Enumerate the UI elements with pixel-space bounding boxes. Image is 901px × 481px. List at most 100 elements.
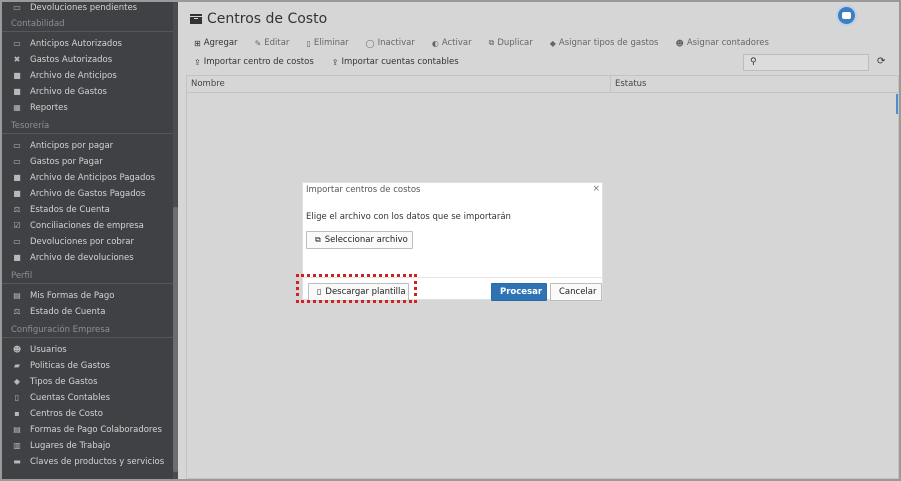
delete-button[interactable]: ▯ Eliminar [306,38,348,48]
sidebar-item-anticipos-autorizados[interactable]: ▭ Anticipos Autorizados [2,36,173,52]
file-icon: ■ [13,253,21,262]
sidebar-item-label: Archivo de devoluciones [30,253,134,263]
assign-accountants-button[interactable]: ☻ Asignar contadores [675,38,769,48]
cancel-button[interactable]: Cancelar [550,283,602,301]
sidebar-item-anticipos-por-pagar[interactable]: ▭ Anticipos por pagar [2,138,173,154]
sidebar-item-devoluciones-por-cobrar[interactable]: ▭ Devoluciones por cobrar [2,234,173,250]
sidebar-section-title: Contabilidad [2,16,173,32]
sidebar-item-label: Archivo de Gastos [30,87,107,97]
sidebar-item-usuarios[interactable]: ☻ Usuarios [2,342,173,358]
sidebar-item-label: Reportes [30,103,68,113]
sidebar-item-tipos-de-gastos[interactable]: ◆ Tipos de Gastos [2,374,173,390]
file-icon: ■ [13,87,21,96]
sidebar-item-claves-productos[interactable]: ▬ Claves de productos y servicios [2,454,173,470]
chat-icon[interactable] [836,5,857,26]
balance-icon: ⚖ [13,205,21,214]
card-icon: ▤ [13,291,21,300]
money-icon: ▭ [13,141,21,150]
file-icon: ■ [13,71,21,80]
page-title: Centros de Costo [190,11,327,27]
app-window: ▭ Devoluciones pendientes Contabilidad ▭… [0,0,901,481]
sidebar-item-label: Claves de productos y servicios [30,457,165,467]
sidebar-item-label: Anticipos Autorizados [30,39,122,49]
sidebar-section-title: Configuración Empresa [2,322,173,338]
sidebar-item-label: Estado de Cuenta [30,307,106,317]
add-button[interactable]: ⊞ Agregar [194,38,238,48]
sidebar-item-label: Gastos por Pagar [30,157,103,167]
sidebar-item-archivo-gastos[interactable]: ■ Archivo de Gastos [2,84,173,100]
sidebar-item-gastos-autorizados[interactable]: ✖ Gastos Autorizados [2,52,173,68]
book-icon: ▰ [13,361,21,370]
assign-expense-types-label: Asignar tipos de gastos [558,38,659,48]
file-icon: ■ [13,173,21,182]
check-icon: ☑ [13,221,21,230]
grid-header: Nombre Estatus [187,76,898,93]
money-icon: ▭ [13,237,21,246]
sidebar-item-gastos-por-pagar[interactable]: ▭ Gastos por Pagar [2,154,173,170]
sidebar-item-label: Archivo de Gastos Pagados [30,189,146,199]
import-accounts-button[interactable]: ⇪ Importar cuentas contables [332,57,459,67]
modal-message: Elige el archivo con los datos que se im… [306,212,511,222]
sidebar-item-cuentas-contables[interactable]: ▯ Cuentas Contables [2,390,173,406]
search-input[interactable]: ⚲ [743,54,869,71]
activate-button-label: Activar [441,38,472,48]
sidebar-item-formas-de-pago-colaboradores[interactable]: ▤ Formas de Pago Colaboradores [2,422,173,438]
book-icon: ▯ [14,393,20,402]
copy-icon: ⧉ [315,235,321,244]
duplicate-button[interactable]: ⧉ Duplicar [489,38,533,48]
import-cost-centers-button[interactable]: ⇪ Importar centro de costos [194,57,314,67]
toggle-off-icon: ◯ [365,38,375,48]
sidebar-section-title: Perfil [2,268,173,284]
select-file-button[interactable]: ⧉ Seleccionar archivo [306,231,413,249]
modal-title: Importar centros de costos [306,185,421,195]
archive-icon: ▪ [14,409,20,418]
page-title-text: Centros de Costo [207,11,328,27]
archive-icon: ▬ [13,457,21,466]
sidebar-item-archivo-anticipos-pagados[interactable]: ■ Archivo de Anticipos Pagados [2,170,173,186]
sidebar-item-archivo-gastos-pagados[interactable]: ■ Archivo de Gastos Pagados [2,186,173,202]
sidebar-item-estado-de-cuenta[interactable]: ⚖ Estado de Cuenta [2,304,173,320]
column-header-estatus[interactable]: Estatus [611,76,898,93]
import-toolbar: ⇪ Importar centro de costos ⇪ Importar cue… [194,57,477,67]
sidebar-item-mis-formas-de-pago[interactable]: ▤ Mis Formas de Pago [2,288,173,304]
import-accounts-label: Importar cuentas contables [341,57,459,67]
upload-icon: ⇪ [331,57,339,67]
duplicate-button-label: Duplicar [497,38,533,48]
tags-icon: ◆ [13,377,21,386]
close-icon[interactable]: × [592,184,600,194]
sidebar-item-estados-de-cuenta[interactable]: ⚖ Estados de Cuenta [2,202,173,218]
highlight-box [296,274,417,303]
tags-icon: ◆ [549,38,556,48]
select-file-label: Seleccionar archivo [324,235,408,245]
activate-button[interactable]: ◐ Activar [432,38,472,48]
import-cost-centers-label: Importar centro de costos [203,57,314,67]
delete-button-label: Eliminar [313,38,349,48]
edit-button-label: Editar [264,38,290,48]
sidebar-item-label: Devoluciones por cobrar [30,237,134,247]
sidebar-item-label: Devoluciones pendientes [30,3,138,13]
edit-icon: ✎ [254,38,262,48]
sidebar-item-archivo-anticipos[interactable]: ■ Archivo de Anticipos [2,68,173,84]
column-header-nombre[interactable]: Nombre [187,76,611,93]
sidebar-item-archivo-devoluciones[interactable]: ■ Archivo de devoluciones [2,250,173,266]
inactivate-button-label: Inactivar [377,38,415,48]
sidebar-item-centros-de-costo[interactable]: ▪ Centros de Costo [2,406,173,422]
edit-button[interactable]: ✎ Editar [255,38,290,48]
inactivate-button[interactable]: ◯ Inactivar [366,38,415,48]
assign-expense-types-button[interactable]: ◆ Asignar tipos de gastos [550,38,659,48]
toggle-on-icon: ◐ [431,38,439,48]
sidebar-item-label: Gastos Autorizados [30,55,113,65]
sidebar-item-lugares-de-trabajo[interactable]: ▥ Lugares de Trabajo [2,438,173,454]
sidebar-item-devoluciones-pendientes[interactable]: ▭ Devoluciones pendientes [2,2,173,16]
refresh-icon[interactable]: ⟳ [877,56,885,67]
process-button[interactable]: Procesar [491,283,547,301]
assign-accountants-label: Asignar contadores [686,38,769,48]
sidebar-item-label: Archivo de Anticipos [30,71,117,81]
add-button-label: Agregar [203,38,238,48]
sidebar-item-label: Cuentas Contables [30,393,111,403]
sidebar-item-politicas-de-gastos[interactable]: ▰ Politicas de Gastos [2,358,173,374]
sidebar-item-label: Tipos de Gastos [30,377,98,387]
sidebar-item-conciliaciones[interactable]: ☑ Conciliaciones de empresa [2,218,173,234]
users-icon: ☻ [12,345,22,354]
sidebar-item-reportes[interactable]: ▦ Reportes [2,100,173,116]
